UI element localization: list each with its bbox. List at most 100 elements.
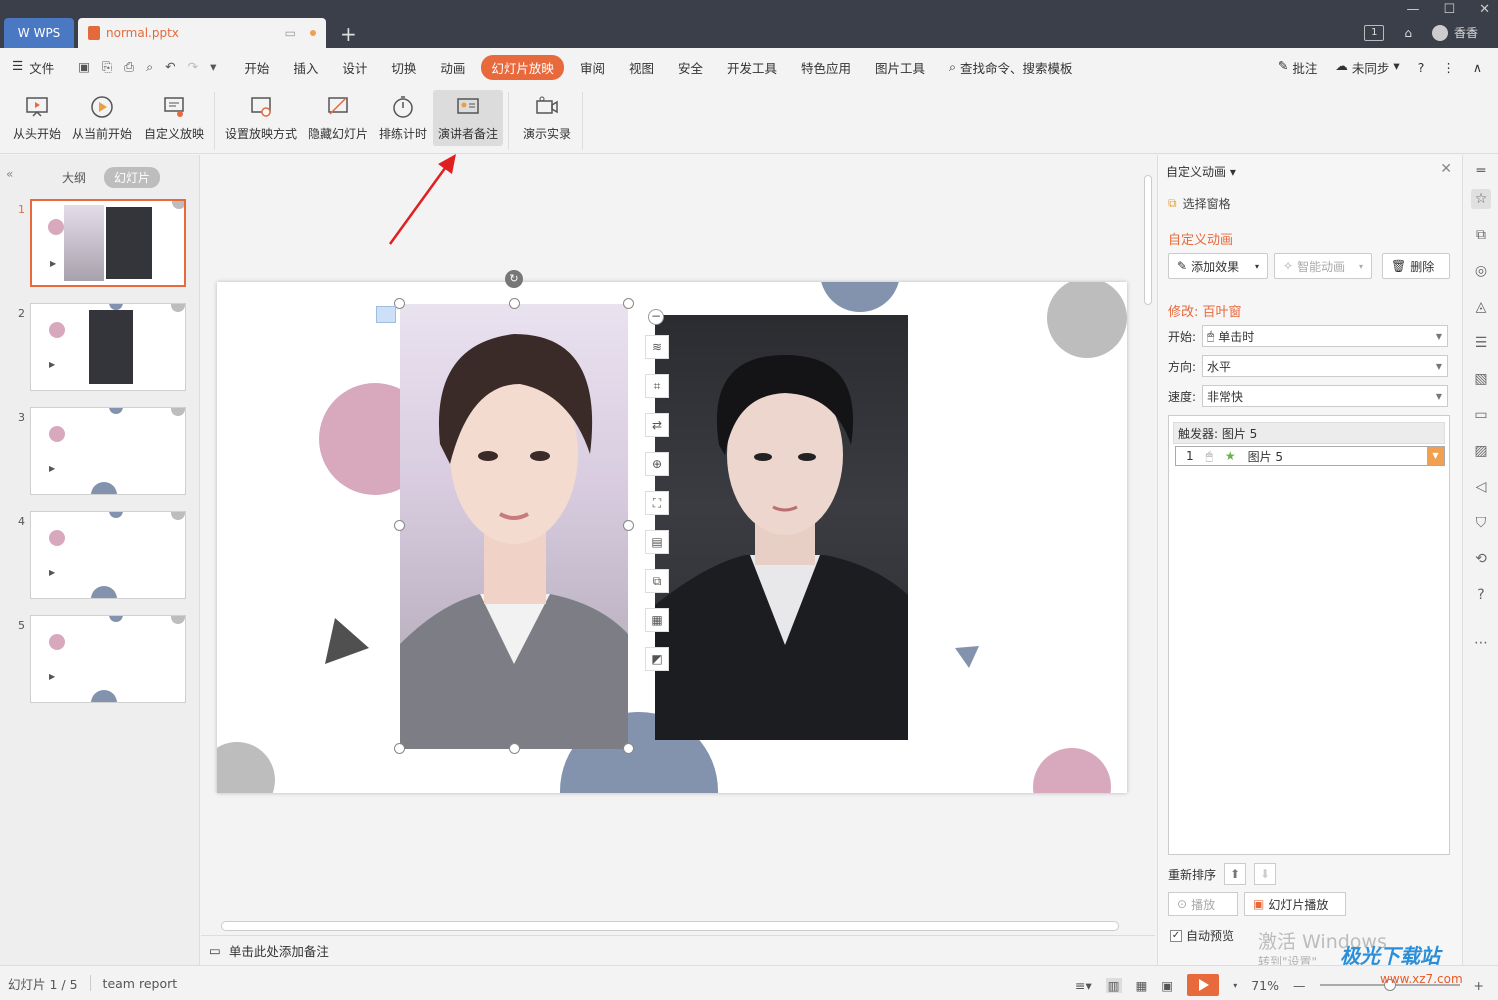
sorter-view-icon[interactable]: ▦ [1136,978,1148,993]
tab-slides[interactable]: 幻灯片 [104,167,161,188]
help-button[interactable]: ? [1418,60,1425,75]
setup-show-button[interactable]: 设置放映方式 [222,90,300,146]
start-select[interactable]: 🖱 单击时 ▼ [1202,325,1448,347]
document-tab[interactable]: normal.pptx ▭ [78,18,326,48]
collapse-ribbon-icon[interactable]: ∧ [1473,60,1482,75]
menu-view[interactable]: 视图 [629,58,654,77]
close-icon[interactable]: ✕ [1479,2,1490,17]
save-icon[interactable]: ▣ [78,59,90,75]
horizontal-scrollbar[interactable] [201,918,1141,934]
portrait-photo-2[interactable] [655,315,908,740]
animation-item[interactable]: 1 🖱 ★ 图片 5 ▼ [1175,446,1445,466]
replace-image-icon[interactable]: ⇄ [645,413,669,437]
new-tab-button[interactable]: + [340,22,357,46]
tab-outline[interactable]: 大纲 [52,167,96,188]
menu-insert[interactable]: 插入 [293,58,318,77]
smart-animation-button[interactable]: ✧ 智能动画 ▾ [1274,253,1372,279]
scrollbar-thumb[interactable] [221,921,1119,931]
scrollbar-thumb[interactable] [1144,175,1152,305]
file-menu[interactable]: ☰ 文件 [12,58,54,77]
auto-preview-checkbox[interactable]: ✓ 自动预览 [1170,927,1234,944]
menu-security[interactable]: 安全 [678,58,703,77]
menu-start[interactable]: 开始 [244,58,269,77]
speaker-notes-button[interactable]: 演讲者备注 [433,90,503,146]
sound-icon[interactable]: ◁ [1471,477,1491,497]
animation-tag-icon[interactable] [376,306,396,323]
resize-handle[interactable] [509,298,520,309]
help-icon[interactable]: ? [1471,585,1491,605]
move-up-button[interactable]: ⬆ [1224,863,1247,885]
window-count-badge[interactable]: 1 [1364,24,1385,41]
menu-animation[interactable]: 动画 [440,58,465,77]
zoom-in-icon[interactable]: + [1474,978,1484,993]
settings-sliders-icon[interactable]: ☰ [1471,333,1491,353]
slideshow-play-button[interactable] [1187,974,1220,996]
copy-icon[interactable]: ⧉ [1471,225,1491,245]
normal-view-icon[interactable]: ▥ [1105,977,1122,993]
fit-image-icon[interactable]: ⛶ [645,491,669,515]
resize-handle[interactable] [509,743,520,754]
slide-thumbnail[interactable]: 1 ▶ [14,199,188,287]
portrait-photo-1[interactable] [400,304,628,749]
slide-thumbnail[interactable]: 2 ▶ [14,303,188,391]
play-from-current-button[interactable]: 从当前开始 [68,90,136,146]
vertical-scrollbar[interactable] [1141,155,1155,935]
image-effect-icon[interactable]: ◩ [645,647,669,671]
menu-developer[interactable]: 开发工具 [727,58,777,77]
history-icon[interactable]: ⟲ [1471,549,1491,569]
selection-pane-link[interactable]: ⧉ 选择窗格 [1168,195,1231,212]
print-preview-icon[interactable]: ⌕ [146,59,153,75]
skin-icon[interactable]: ⌂ [1404,26,1412,40]
resize-handle[interactable] [623,743,634,754]
add-effect-button[interactable]: ✎ 添加效果 ▾ [1168,253,1268,279]
fill-icon[interactable]: ◬ [1471,297,1491,317]
zoom-out-icon[interactable]: — [1293,978,1306,993]
maximize-icon[interactable]: ☐ [1443,2,1455,17]
minimize-icon[interactable]: — [1406,2,1419,17]
customize-toolbar-icon[interactable]: ▾ [210,59,216,75]
wps-home-tab[interactable]: W WPS [4,18,74,48]
collapse-toolbar-icon[interactable]: − [648,309,664,325]
drag-handle-icon[interactable]: ═ [1471,161,1491,181]
animation-list[interactable]: 触发器: 图片 5 1 🖱 ★ 图片 5 ▼ [1168,415,1450,855]
custom-show-button[interactable]: 自定义放映 [140,90,208,146]
menu-picture-tools[interactable]: 图片工具 [875,58,925,77]
record-show-button[interactable]: 演示实录 [518,90,576,146]
slideshow-button[interactable]: ▣ 幻灯片播放 [1244,892,1346,916]
slide-thumbnail[interactable]: 5 ▶ [14,615,188,703]
animation-star-icon[interactable]: ☆ [1471,189,1491,209]
play-button[interactable]: ⊙ 播放 [1168,892,1238,916]
menu-design[interactable]: 设计 [342,58,367,77]
resize-handle[interactable] [394,743,405,754]
close-pane-icon[interactable]: ✕ [1440,161,1452,177]
image-copy-icon[interactable]: ▧ [1471,369,1491,389]
archive-icon[interactable]: ▭ [1471,405,1491,425]
notes-bar[interactable]: ▭ 单击此处添加备注 [201,935,1155,965]
play-from-start-button[interactable]: 从头开始 [10,90,64,146]
copy-image-icon[interactable]: ⧉ [645,569,669,593]
batch-image-icon[interactable]: ▦ [645,608,669,632]
slide-thumbnail[interactable]: 3 ▶ [14,407,188,495]
shapes-icon[interactable]: ◎ [1471,261,1491,281]
theme-name[interactable]: team report [103,976,178,991]
zoom-level[interactable]: 71% [1251,978,1279,993]
rotate-handle[interactable]: ↻ [505,270,523,288]
slide-thumbnail[interactable]: 4 ▶ [14,511,188,599]
menu-slideshow[interactable]: 幻灯片放映 [481,54,564,80]
user-account[interactable]: 香香 [1431,24,1478,41]
zoom-in-icon[interactable]: ⊕ [645,452,669,476]
pane-title[interactable]: 自定义动画 ▾ [1166,163,1236,180]
command-search[interactable]: ⌕ 查找命令、搜索模板 [949,58,1073,77]
comment-button[interactable]: ✎ 批注 [1278,58,1318,77]
menu-transition[interactable]: 切换 [391,58,416,77]
hide-slide-button[interactable]: 隐藏幻灯片 [304,90,372,146]
direction-select[interactable]: 水平 ▼ [1202,355,1448,377]
sync-button[interactable]: ☁ 未同步 ▾ [1335,58,1399,77]
picture-icon[interactable]: ▨ [1471,441,1491,461]
chevron-down-icon[interactable]: ▼ [1427,447,1444,465]
reading-view-icon[interactable]: ▣ [1161,978,1173,993]
format-painter-icon[interactable]: ⎘ [102,59,112,75]
rehearse-timing-button[interactable]: 排练计时 [376,90,430,146]
delete-button[interactable]: 🗑 删除 [1382,253,1450,279]
more-icon[interactable]: ⋮ [1442,60,1455,75]
